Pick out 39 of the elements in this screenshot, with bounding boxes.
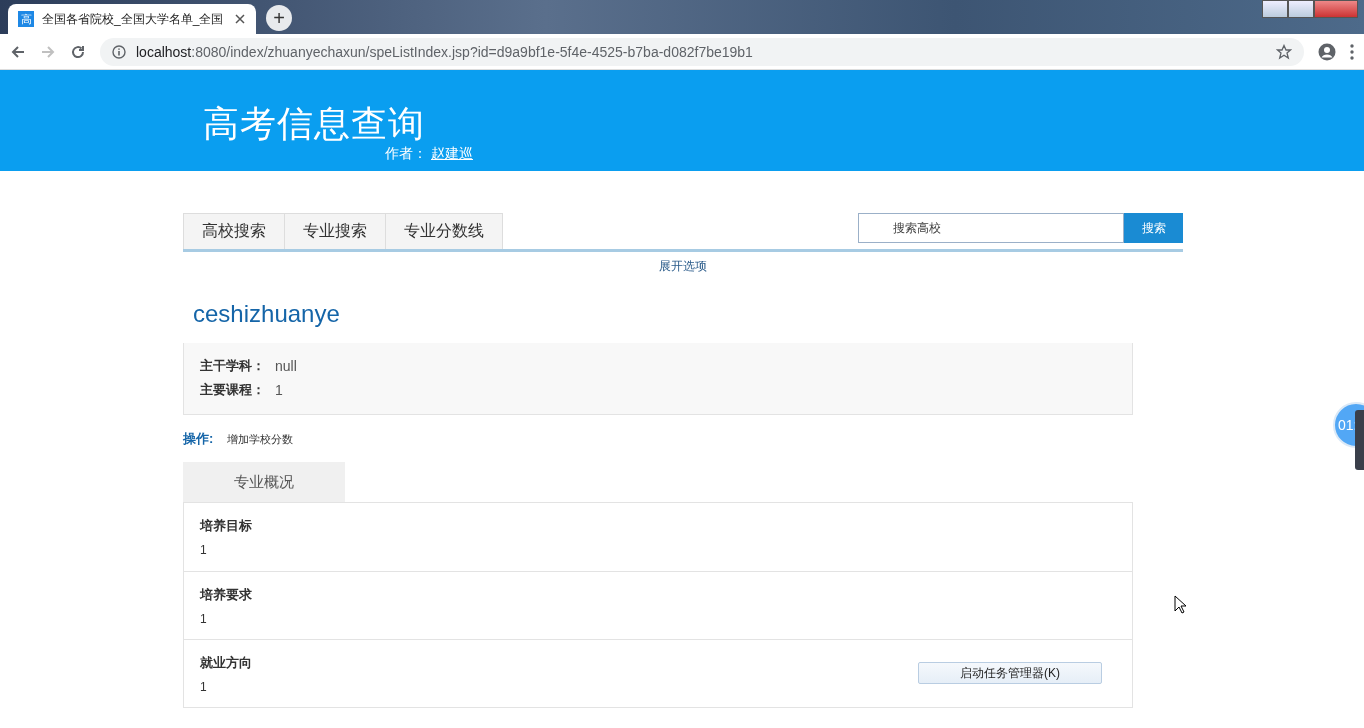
level-meter-drawing — [1355, 410, 1364, 470]
section-value: 1 — [200, 680, 207, 694]
section-value: 1 — [200, 612, 207, 626]
section-title: 就业方向 — [200, 654, 252, 672]
account-icon[interactable] — [1318, 42, 1336, 61]
overview-tab[interactable]: 专业概况 — [183, 462, 345, 502]
close-icon[interactable] — [234, 13, 246, 25]
operation-label: 操作: — [183, 430, 214, 448]
url-text: localhost:8080/index/zhuanyechaxun/speListIndex.jsp?id=d9a9bf1e-5f4e-4525-b7ba-d082f7be19b1 — [136, 43, 753, 60]
nav-tab[interactable]: 专业搜索 — [284, 213, 386, 249]
favicon: 高 — [18, 11, 34, 27]
new-tab-button[interactable]: + — [266, 5, 292, 31]
site-title: 高考信息查询 — [203, 104, 425, 144]
field-label: 主干学科： — [200, 357, 265, 375]
add-score-link[interactable]: 增加学校分数 — [227, 431, 294, 447]
section-title: 培养要求 — [200, 586, 252, 604]
menu-icon[interactable] — [1350, 43, 1354, 60]
section-title: 培养目标 — [200, 517, 252, 535]
address-bar[interactable]: localhost:8080/index/zhuanyechaxun/speListIndex.jsp?id=d9a9bf1e-5f4e-4525-b7ba-d082f7be19b1 — [100, 37, 1304, 66]
major-name: ceshizhuanye — [193, 299, 340, 329]
field-value: null — [275, 357, 297, 376]
browser-tab[interactable]: 高 全国各省院校_全国大学名单_全国 — [8, 4, 256, 34]
menu-item[interactable]: 启动任务管理器(K) — [918, 662, 1102, 684]
cursor-icon — [1174, 595, 1187, 614]
section-value: 1 — [200, 543, 207, 557]
author-label: 作者： — [385, 144, 427, 162]
back-icon[interactable] — [10, 43, 26, 60]
star-icon[interactable] — [1276, 43, 1292, 60]
nav-tab[interactable]: 高校搜索 — [183, 213, 285, 249]
search-button[interactable]: 搜索 — [1124, 213, 1183, 243]
reload-icon[interactable] — [70, 43, 86, 60]
tab-title: 全国各省院校_全国大学名单_全国 — [42, 10, 225, 28]
nav-tab[interactable]: 专业分数线 — [385, 213, 503, 249]
search-field[interactable]: 搜索高校 — [858, 213, 1124, 243]
expand-options-link[interactable]: 展开选项 — [659, 258, 707, 275]
field-label: 主要课程： — [200, 381, 265, 399]
window-controls-drawing[interactable] — [1262, 0, 1358, 18]
field-value: 1 — [275, 381, 283, 400]
info-icon[interactable] — [112, 44, 126, 59]
